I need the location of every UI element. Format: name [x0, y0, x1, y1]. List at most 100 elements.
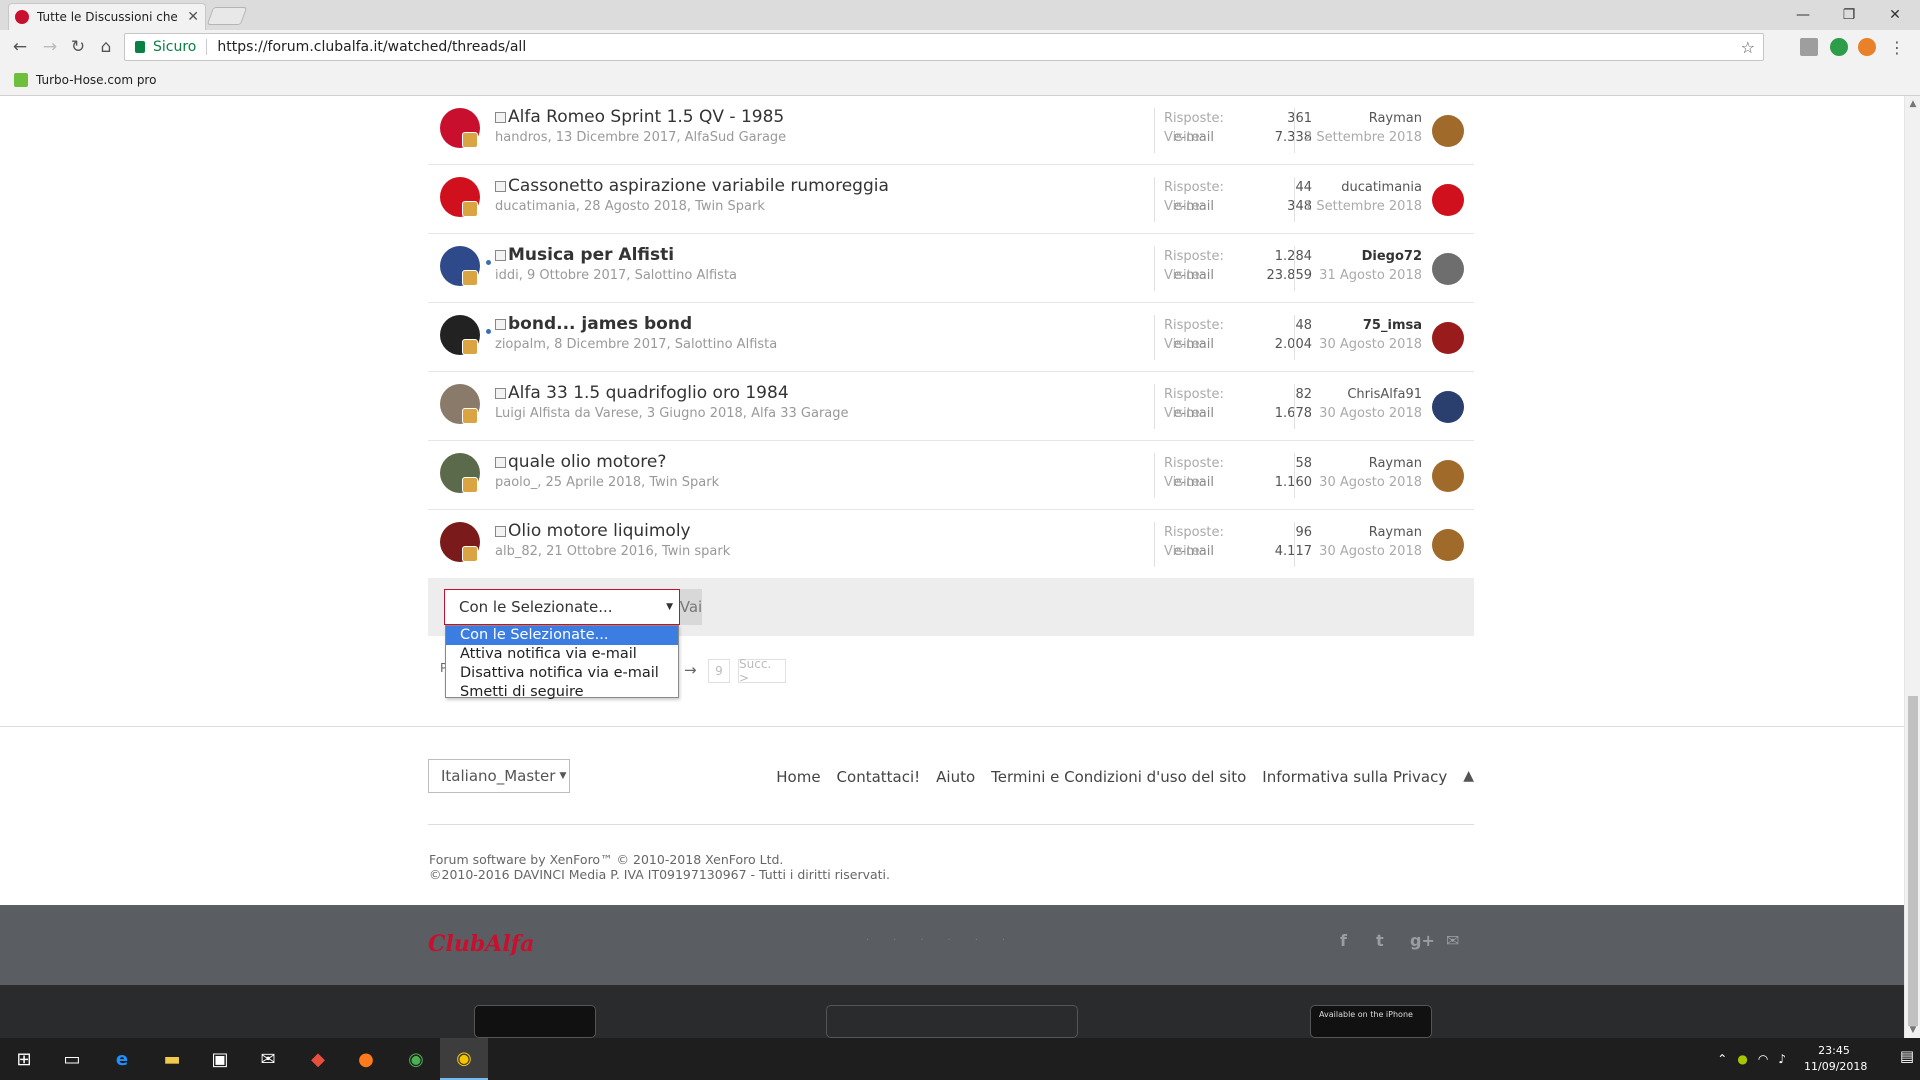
- last-post-date[interactable]: 30 Agosto 2018: [1298, 544, 1422, 559]
- dropdown-option[interactable]: Attiva notifica via e-mail: [446, 645, 678, 664]
- last-post-date[interactable]: 30 Agosto 2018: [1298, 475, 1422, 490]
- last-poster-avatar[interactable]: [1432, 184, 1464, 216]
- extension-green-icon[interactable]: [1830, 38, 1848, 56]
- minimize-icon[interactable]: —: [1780, 0, 1826, 30]
- last-post-date[interactable]: 31 Agosto 2018: [1298, 268, 1422, 283]
- tray-app-icon[interactable]: ●: [1737, 1052, 1747, 1066]
- thread-title[interactable]: Alfa Romeo Sprint 1.5 QV - 1985: [508, 107, 784, 127]
- last-post-date[interactable]: 1 Settembre 2018: [1298, 199, 1422, 214]
- facebook-icon[interactable]: f: [1340, 931, 1347, 950]
- browser-tab-active[interactable]: Tutte le Discussioni che s ✕: [8, 3, 206, 30]
- thread-title[interactable]: bond... james bond: [508, 314, 692, 334]
- thread-meta[interactable]: ducatimania, 28 Agosto 2018, Twin Spark: [495, 199, 765, 214]
- reload-icon[interactable]: ↻: [66, 35, 90, 59]
- mail-app-icon[interactable]: ✉: [244, 1038, 292, 1080]
- last-poster-avatar[interactable]: [1432, 253, 1464, 285]
- volume-icon[interactable]: ♪: [1778, 1052, 1786, 1066]
- go-button[interactable]: Vai: [680, 589, 702, 625]
- twitter-icon[interactable]: t: [1376, 931, 1384, 950]
- thread-title[interactable]: Musica per Alfisti: [508, 245, 674, 265]
- network-icon[interactable]: ◠: [1758, 1052, 1768, 1066]
- address-bar[interactable]: Sicuro https://forum.clubalfa.it/watched…: [124, 33, 1764, 61]
- thread-checkbox[interactable]: [495, 112, 506, 123]
- thread-checkbox[interactable]: [495, 250, 506, 261]
- url-text[interactable]: https://forum.clubalfa.it/watched/thread…: [207, 39, 526, 55]
- tab-close-icon[interactable]: ✕: [187, 9, 199, 25]
- task-view-icon[interactable]: ▭: [48, 1038, 96, 1080]
- last-post-user[interactable]: Rayman: [1298, 111, 1422, 126]
- bookmark-star-icon[interactable]: ☆: [1741, 38, 1755, 57]
- close-window-icon[interactable]: ✕: [1872, 0, 1918, 30]
- last-post-date[interactable]: 30 Agosto 2018: [1298, 406, 1422, 421]
- back-arrow-icon[interactable]: ←: [8, 35, 32, 59]
- thread-meta[interactable]: handros, 13 Dicembre 2017, AlfaSud Garag…: [495, 130, 786, 145]
- thread-title[interactable]: quale olio motore?: [508, 452, 666, 472]
- thread-checkbox[interactable]: [495, 388, 506, 399]
- scroll-up-icon[interactable]: ▲: [1905, 96, 1920, 112]
- app-store-badge[interactable]: Available on the iPhone: [1310, 1005, 1432, 1038]
- chrome-menu-icon[interactable]: ⋮: [1888, 38, 1906, 57]
- page-next-link[interactable]: Succ. >: [738, 657, 786, 685]
- camera-extension-icon[interactable]: [1800, 38, 1818, 56]
- dropdown-option[interactable]: Disattiva notifica via e-mail: [446, 664, 678, 683]
- firefox-icon[interactable]: ●: [342, 1038, 390, 1080]
- last-poster-avatar[interactable]: [1432, 115, 1464, 147]
- last-post-date[interactable]: 2 Settembre 2018: [1298, 130, 1422, 145]
- tray-chevron-icon[interactable]: ⌃: [1717, 1052, 1727, 1066]
- page-scrollbar[interactable]: ▲ ▼: [1904, 96, 1920, 1038]
- last-post-user[interactable]: ducatimania: [1298, 180, 1422, 195]
- last-post-user[interactable]: Diego72: [1298, 249, 1422, 264]
- notification-icon[interactable]: ▤: [1900, 1047, 1914, 1065]
- restore-icon[interactable]: ❐: [1826, 0, 1872, 30]
- google-plus-icon[interactable]: g+: [1410, 931, 1435, 950]
- scrollbar-thumb[interactable]: [1908, 696, 1918, 1026]
- thread-meta[interactable]: paolo_, 25 Aprile 2018, Twin Spark: [495, 475, 719, 490]
- page-last-link[interactable]: 9: [708, 659, 730, 683]
- footer-link-help[interactable]: Aiuto: [936, 768, 975, 786]
- last-post-user[interactable]: Rayman: [1298, 525, 1422, 540]
- thread-checkbox[interactable]: [495, 181, 506, 192]
- chrome-icon[interactable]: ◉: [392, 1038, 440, 1080]
- dropdown-option[interactable]: Con le Selezionate...: [446, 626, 678, 645]
- thread-checkbox[interactable]: [495, 319, 506, 330]
- app-badge-left[interactable]: [474, 1005, 596, 1038]
- thread-meta[interactable]: Luigi Alfista da Varese, 3 Giugno 2018, …: [495, 406, 849, 421]
- footer-input-box[interactable]: [826, 1005, 1078, 1038]
- bulk-action-select[interactable]: Con le Selezionate... ▼: [444, 589, 680, 625]
- windows-start-icon[interactable]: ⊞: [0, 1038, 48, 1080]
- new-tab-button[interactable]: [206, 7, 248, 25]
- last-post-date[interactable]: 30 Agosto 2018: [1298, 337, 1422, 352]
- thread-title[interactable]: Olio motore liquimoly: [508, 521, 691, 541]
- thread-title[interactable]: Alfa 33 1.5 quadrifoglio oro 1984: [508, 383, 789, 403]
- system-clock[interactable]: 23:45 11/09/2018: [1804, 1043, 1867, 1075]
- thread-checkbox[interactable]: [495, 457, 506, 468]
- thread-checkbox[interactable]: [495, 526, 506, 537]
- last-poster-avatar[interactable]: [1432, 529, 1464, 561]
- language-select[interactable]: Italiano_Master ▼: [428, 759, 570, 793]
- dropdown-option[interactable]: Smetti di seguire: [446, 683, 678, 702]
- clubalfa-logo[interactable]: ClubAlfa: [428, 931, 534, 957]
- chrome-canary-icon[interactable]: ◉: [440, 1038, 488, 1080]
- last-poster-avatar[interactable]: [1432, 460, 1464, 492]
- extension-orange-icon[interactable]: [1858, 38, 1876, 56]
- thread-meta[interactable]: ziopalm, 8 Dicembre 2017, Salottino Alfi…: [495, 337, 777, 352]
- last-post-user[interactable]: Rayman: [1298, 456, 1422, 471]
- app-icon[interactable]: ◆: [294, 1038, 342, 1080]
- bookmark-link[interactable]: Turbo-Hose.com pro: [36, 73, 156, 87]
- scroll-down-icon[interactable]: ▼: [1905, 1022, 1920, 1038]
- thread-meta[interactable]: alb_82, 21 Ottobre 2016, Twin spark: [495, 544, 730, 559]
- footer-link-terms[interactable]: Termini e Condizioni d'uso del sito: [991, 768, 1246, 786]
- last-poster-avatar[interactable]: [1432, 322, 1464, 354]
- footer-link-contact[interactable]: Contattaci!: [837, 768, 921, 786]
- last-post-user[interactable]: 75_imsa: [1298, 318, 1422, 333]
- store-icon[interactable]: ▣: [196, 1038, 244, 1080]
- last-post-user[interactable]: ChrisAlfa91: [1298, 387, 1422, 402]
- footer-link-home[interactable]: Home: [776, 768, 820, 786]
- thread-meta[interactable]: iddi, 9 Ottobre 2017, Salottino Alfista: [495, 268, 737, 283]
- edge-icon[interactable]: e: [98, 1038, 146, 1080]
- back-to-top-icon[interactable]: ▲: [1463, 768, 1474, 786]
- mail-icon[interactable]: ✉: [1446, 931, 1459, 950]
- forward-arrow-icon[interactable]: →: [38, 35, 62, 59]
- last-poster-avatar[interactable]: [1432, 391, 1464, 423]
- thread-title[interactable]: Cassonetto aspirazione variabile rumoreg…: [508, 176, 889, 196]
